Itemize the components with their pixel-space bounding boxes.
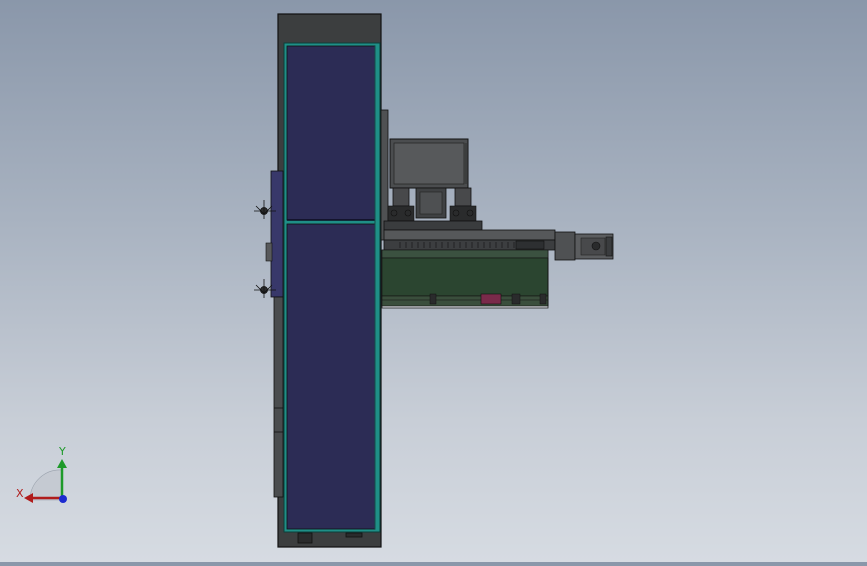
bracket-right [454, 187, 472, 207]
triad-plane [29, 469, 63, 501]
mount-plate [380, 109, 389, 241]
frame-foot-left [297, 532, 313, 544]
tall-frame[interactable] [277, 13, 382, 548]
model-drawing: X Y [16, 13, 614, 548]
left-side-attachments[interactable] [254, 170, 284, 498]
y-axis-label: Y [58, 445, 66, 458]
frame-panel-lower [286, 223, 376, 530]
left-blue-plate [270, 170, 284, 298]
x-axis-label: X [16, 487, 24, 500]
bolt-group-right [449, 205, 477, 222]
cad-viewport[interactable]: X Y [0, 0, 867, 562]
frame-panel-upper [286, 45, 376, 221]
left-small-block [265, 242, 273, 262]
z-axis-dot-icon [59, 495, 67, 503]
axis-triad: X Y [16, 445, 67, 503]
bolt-group-left [387, 205, 415, 222]
base-accent [480, 293, 502, 305]
y-axis-arrow-icon [57, 459, 67, 468]
rack-end-block [515, 240, 545, 250]
machine-assembly[interactable] [380, 109, 614, 309]
bracket-left [392, 187, 410, 207]
frame-foot-right [345, 532, 363, 538]
base-deck-top [381, 249, 549, 259]
base-deck-body [381, 257, 549, 297]
rail-top [383, 229, 556, 241]
motor-housing-inner [393, 142, 465, 185]
left-strip [273, 296, 284, 498]
base-deck-bottom [381, 295, 549, 307]
actuator-body [554, 231, 576, 261]
x-axis-arrow-icon [24, 493, 33, 503]
main-beam [383, 220, 483, 231]
